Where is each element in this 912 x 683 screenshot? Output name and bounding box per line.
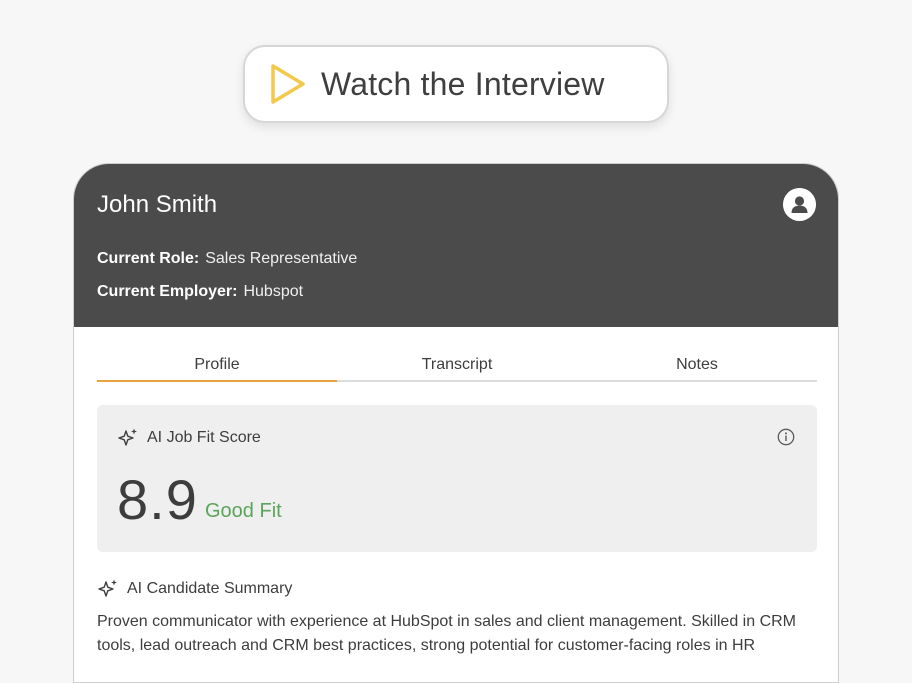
job-fit-score-value: 8.9 — [117, 468, 198, 531]
play-icon — [271, 64, 305, 104]
tab-notes[interactable]: Notes — [577, 352, 817, 380]
watch-interview-label: Watch the Interview — [321, 65, 605, 102]
candidate-card: John Smith Current Role: Sales Representa… — [73, 163, 839, 683]
profile-tabs: Profile Transcript Notes — [97, 352, 817, 382]
info-icon[interactable] — [777, 428, 795, 446]
job-fit-score-panel: AI Job Fit Score 8.9 Good Fit — [97, 405, 817, 552]
job-fit-score-label: Good Fit — [205, 500, 282, 522]
candidate-summary-header: AI Candidate Summary — [97, 578, 292, 600]
current-employer-value: Hubspot — [243, 283, 304, 300]
watch-interview-button[interactable]: Watch the Interview — [243, 45, 669, 123]
tab-profile[interactable]: Profile — [97, 352, 337, 382]
tab-transcript[interactable]: Transcript — [337, 352, 577, 380]
sparkle-icon — [118, 428, 137, 446]
candidate-name: John Smith — [97, 191, 218, 218]
candidate-summary-title: AI Candidate Summary — [127, 580, 293, 597]
candidate-summary-text: Proven communicator with experience at H… — [97, 613, 797, 654]
job-fit-score-title: AI Job Fit Score — [147, 429, 261, 446]
job-fit-score-header: AI Job Fit Score — [117, 427, 261, 449]
user-avatar-icon[interactable] — [783, 188, 816, 221]
current-role-row: Current Role: Sales Representative — [97, 250, 357, 268]
current-employer-label: Current Employer: — [97, 283, 238, 300]
current-role-value: Sales Representative — [205, 250, 358, 267]
current-employer-row: Current Employer: Hubspot — [97, 283, 303, 301]
sparkle-icon — [98, 579, 117, 597]
current-role-label: Current Role: — [97, 250, 200, 267]
candidate-header: John Smith Current Role: Sales Representa… — [74, 164, 838, 327]
